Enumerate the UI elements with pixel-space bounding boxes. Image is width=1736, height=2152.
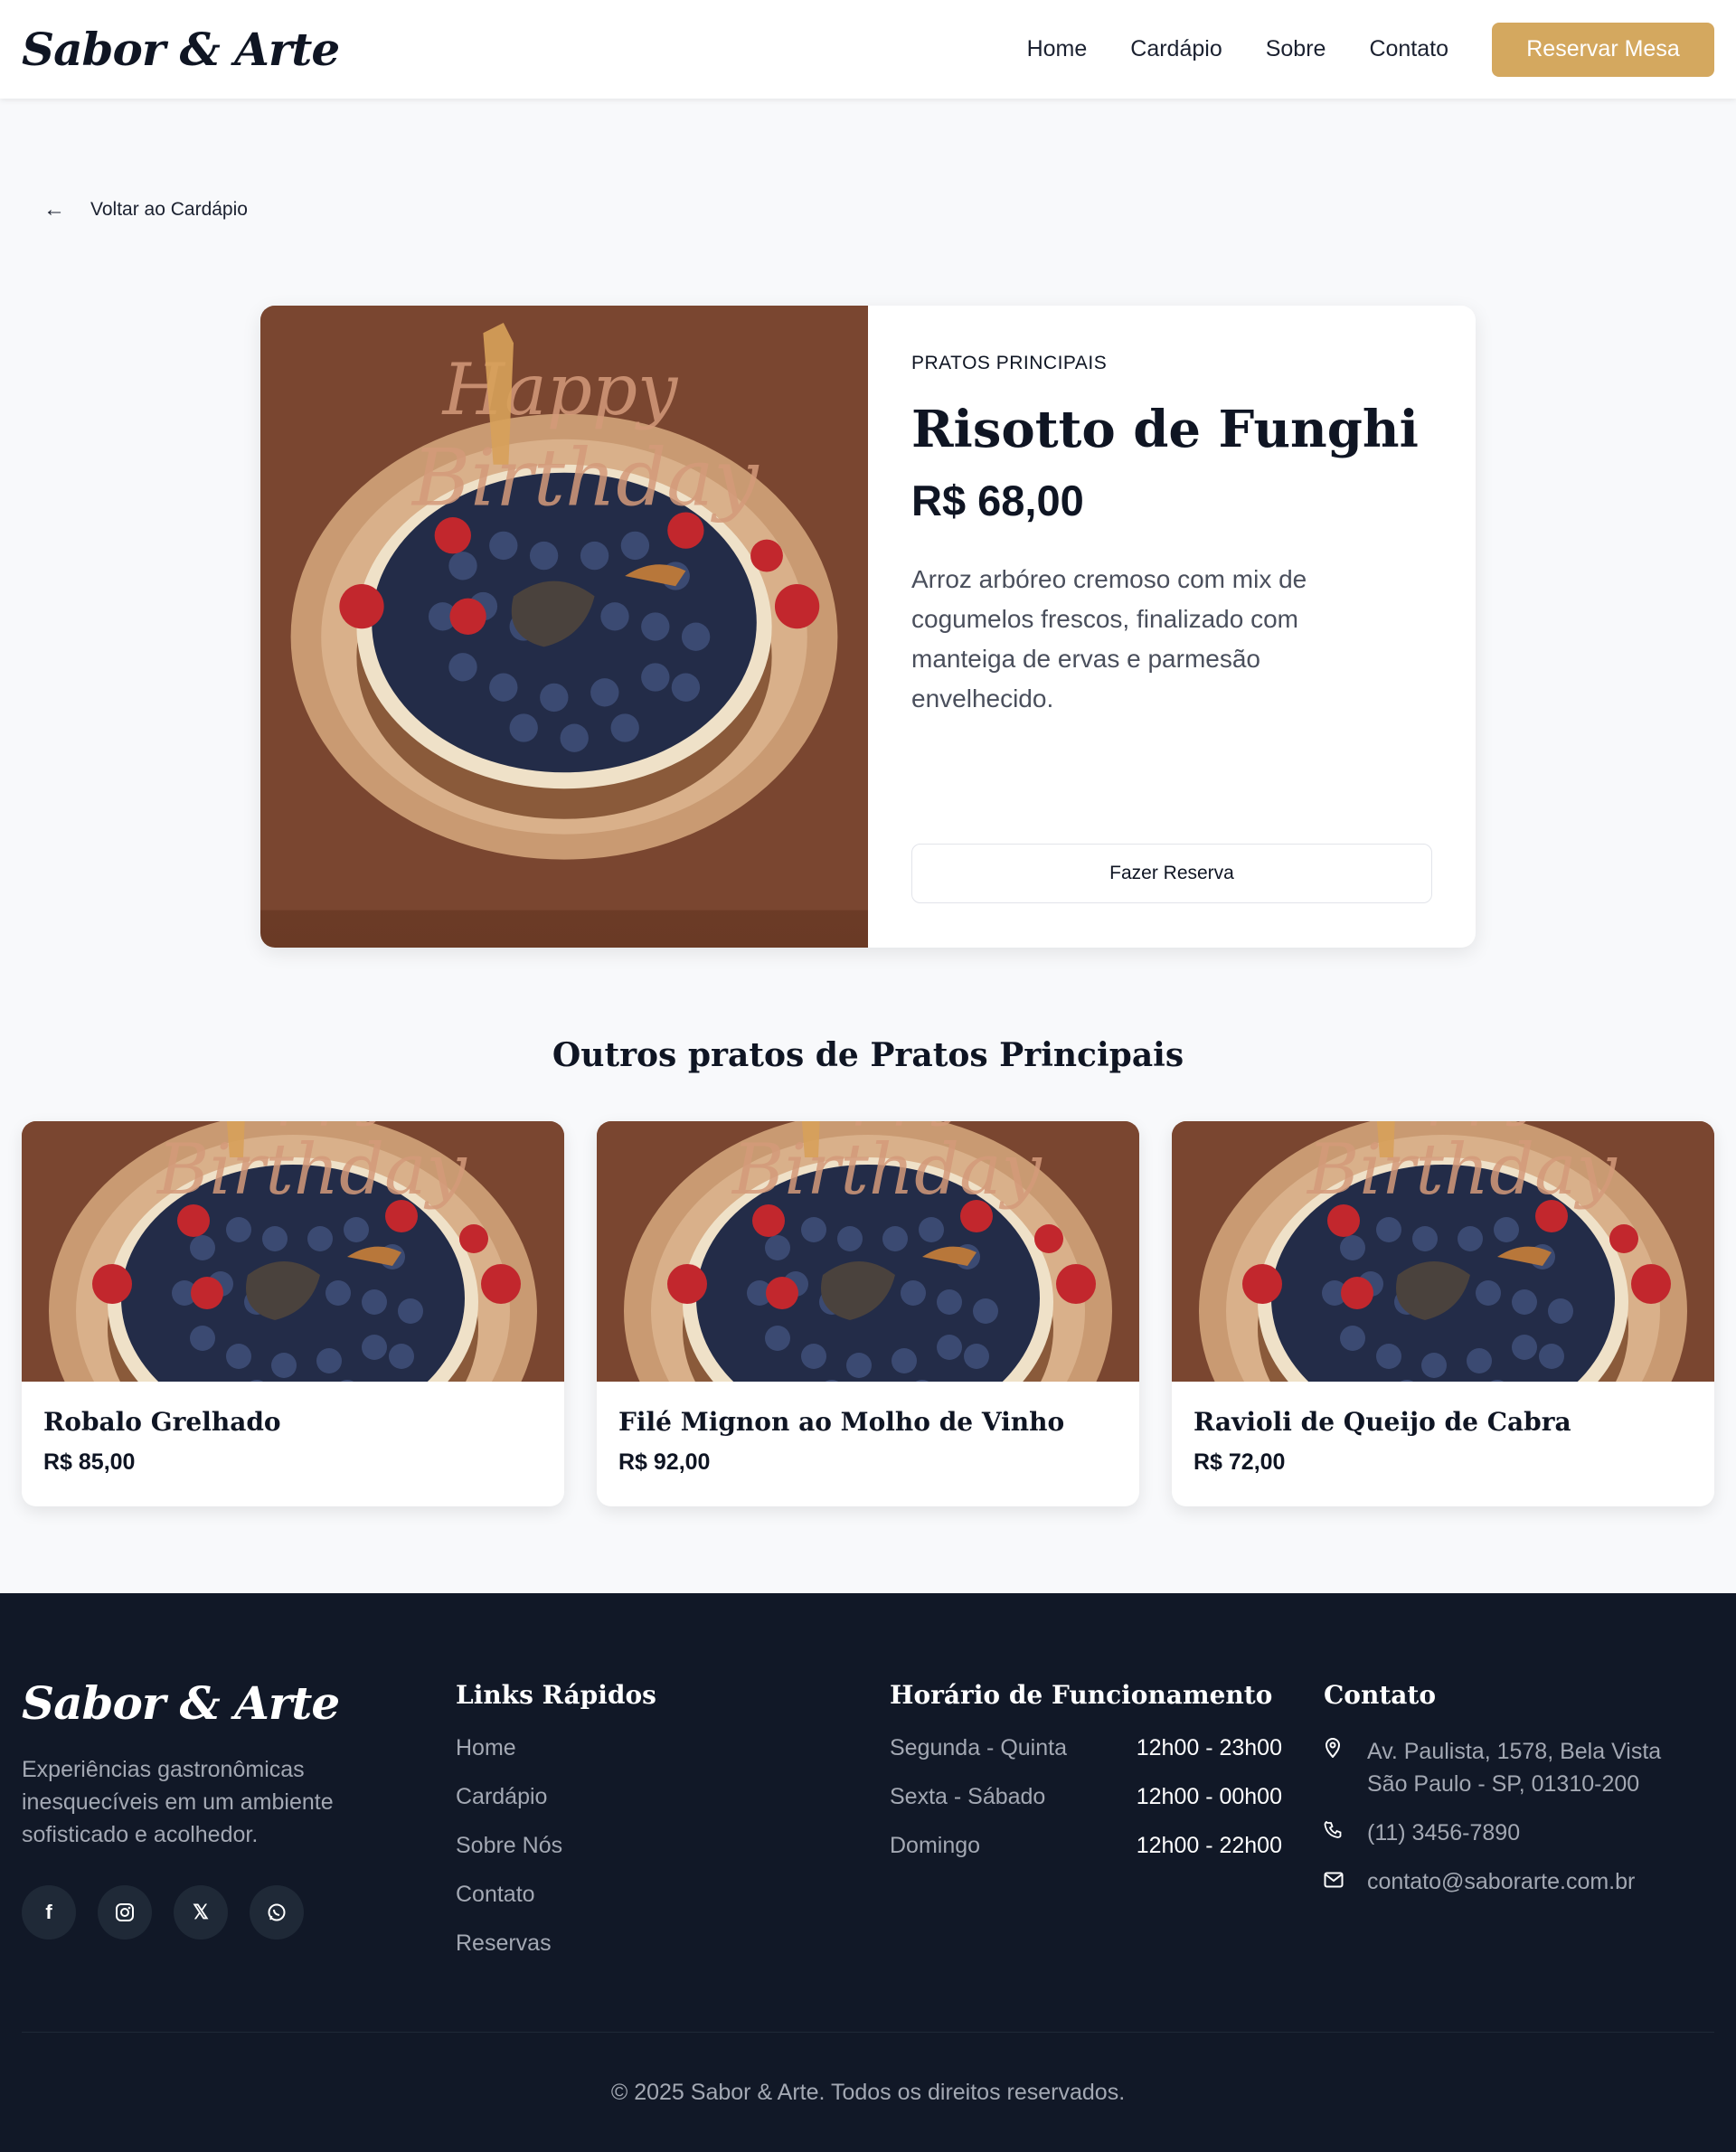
related-dish-price: R$ 72,00 — [1194, 1449, 1286, 1475]
footer-tagline: Experiências gastronômicas inesquecíveis… — [22, 1757, 334, 1847]
facebook-icon[interactable]: f — [22, 1885, 76, 1940]
product-card: PRATOS PRINCIPAIS Risotto de Funghi R$ 6… — [260, 306, 1476, 948]
make-reservation-button[interactable]: Fazer Reserva — [911, 844, 1432, 903]
footer-contact-title: Contato — [1324, 1680, 1437, 1710]
product-title: Risotto de Funghi — [911, 400, 1419, 459]
related-dish-image — [1172, 1121, 1714, 1506]
footer-links-title: Links Rápidos — [456, 1680, 656, 1710]
footer-links-column: Links Rápidos Home Cardápio Sobre Nós Co… — [456, 1676, 656, 1979]
product-price: R$ 68,00 — [911, 477, 1084, 524]
related-dish-image — [22, 1121, 564, 1506]
hours-time: 12h00 - 23h00 — [1136, 1735, 1282, 1760]
back-to-menu-link[interactable]: ← Voltar ao Cardápio — [43, 197, 248, 222]
nav-link-home[interactable]: Home — [1027, 36, 1088, 62]
phone-number[interactable]: (11) 3456-7890 — [1367, 1817, 1520, 1849]
hours-time: 12h00 - 22h00 — [1136, 1833, 1282, 1858]
reserve-table-button[interactable]: Reservar Mesa — [1492, 22, 1714, 77]
product-image — [260, 306, 868, 948]
social-links: f 𝕏 — [22, 1885, 401, 1940]
hours-time: 12h00 - 00h00 — [1136, 1784, 1282, 1809]
nav-link-cardapio[interactable]: Cardápio — [1130, 36, 1222, 62]
copyright-text: © 2025 Sabor & Arte. Todos os direitos r… — [610, 2080, 1126, 2105]
footer-link-contato[interactable]: Contato — [456, 1882, 656, 1930]
footer-link-sobre-nos[interactable]: Sobre Nós — [456, 1833, 656, 1882]
contact-address: Av. Paulista, 1578, Bela Vista São Paulo… — [1324, 1735, 1661, 1800]
arrow-left-icon: ← — [43, 197, 65, 222]
nav-link-sobre[interactable]: Sobre — [1266, 36, 1326, 62]
related-dishes-title: Outros pratos de Pratos Principais — [552, 1036, 1184, 1074]
hours-row: Sexta - Sábado 12h00 - 00h00 — [890, 1784, 1282, 1833]
footer-link-reservas[interactable]: Reservas — [456, 1930, 656, 1979]
main-nav: Home Cardápio Sobre Contato Reservar Mes… — [984, 22, 1714, 77]
map-pin-icon — [1324, 1735, 1367, 1800]
related-dish-price: R$ 92,00 — [618, 1449, 711, 1475]
mail-icon — [1324, 1865, 1367, 1898]
footer-logo: Sabor & Arte — [22, 1676, 340, 1730]
footer-hours-title: Horário de Funcionamento — [890, 1680, 1273, 1710]
whatsapp-icon[interactable] — [250, 1885, 304, 1940]
instagram-icon[interactable] — [98, 1885, 152, 1940]
nav-link-contato[interactable]: Contato — [1369, 36, 1448, 62]
related-dish-image — [597, 1121, 1139, 1506]
related-dish-card[interactable]: Filé Mignon ao Molho de Vinho R$ 92,00 — [597, 1121, 1139, 1506]
related-dish-card[interactable]: Ravioli de Queijo de Cabra R$ 72,00 — [1172, 1121, 1714, 1506]
footer-brand-column: Sabor & Arte Experiências gastronômicas … — [22, 1676, 401, 1940]
x-icon[interactable]: 𝕏 — [174, 1885, 228, 1940]
contact-phone: (11) 3456-7890 — [1324, 1817, 1661, 1849]
email-address[interactable]: contato@saborarte.com.br — [1367, 1865, 1635, 1898]
back-link-label: Voltar ao Cardápio — [90, 199, 248, 220]
related-dish-name: Robalo Grelhado — [43, 1407, 281, 1437]
hours-row: Segunda - Quinta 12h00 - 23h00 — [890, 1735, 1282, 1784]
related-dish-price: R$ 85,00 — [43, 1449, 136, 1475]
footer-divider — [22, 2032, 1714, 2033]
footer-hours-column: Horário de Funcionamento Segunda - Quint… — [890, 1676, 1282, 1882]
related-dish-name: Filé Mignon ao Molho de Vinho — [618, 1407, 1065, 1437]
hours-day: Domingo — [890, 1833, 981, 1858]
footer-link-home[interactable]: Home — [456, 1735, 656, 1784]
related-dish-name: Ravioli de Queijo de Cabra — [1194, 1407, 1571, 1437]
product-category: PRATOS PRINCIPAIS — [911, 353, 1108, 373]
contact-email: contato@saborarte.com.br — [1324, 1865, 1661, 1898]
related-dish-card[interactable]: Robalo Grelhado R$ 85,00 — [22, 1121, 564, 1506]
product-description: Arroz arbóreo cremoso com mix de cogumel… — [911, 565, 1307, 713]
address-line-1: Av. Paulista, 1578, Bela Vista — [1367, 1739, 1662, 1764]
hours-day: Sexta - Sábado — [890, 1784, 1046, 1809]
footer-contact-column: Contato Av. Paulista, 1578, Bela Vista S… — [1324, 1676, 1661, 1914]
phone-icon — [1324, 1817, 1367, 1849]
address-line-2: São Paulo - SP, 01310-200 — [1367, 1771, 1640, 1797]
product-info: PRATOS PRINCIPAIS Risotto de Funghi R$ 6… — [868, 306, 1476, 948]
site-header: Sabor & Arte Home Cardápio Sobre Contato… — [0, 0, 1736, 99]
hours-row: Domingo 12h00 - 22h00 — [890, 1833, 1282, 1882]
footer-link-cardapio[interactable]: Cardápio — [456, 1784, 656, 1833]
site-footer: Sabor & Arte Experiências gastronômicas … — [0, 1593, 1736, 2152]
related-dishes-grid: Robalo Grelhado R$ 85,00 Filé Mignon ao … — [22, 1121, 1714, 1506]
hours-day: Segunda - Quinta — [890, 1735, 1067, 1760]
site-logo[interactable]: Sabor & Arte — [22, 23, 340, 76]
